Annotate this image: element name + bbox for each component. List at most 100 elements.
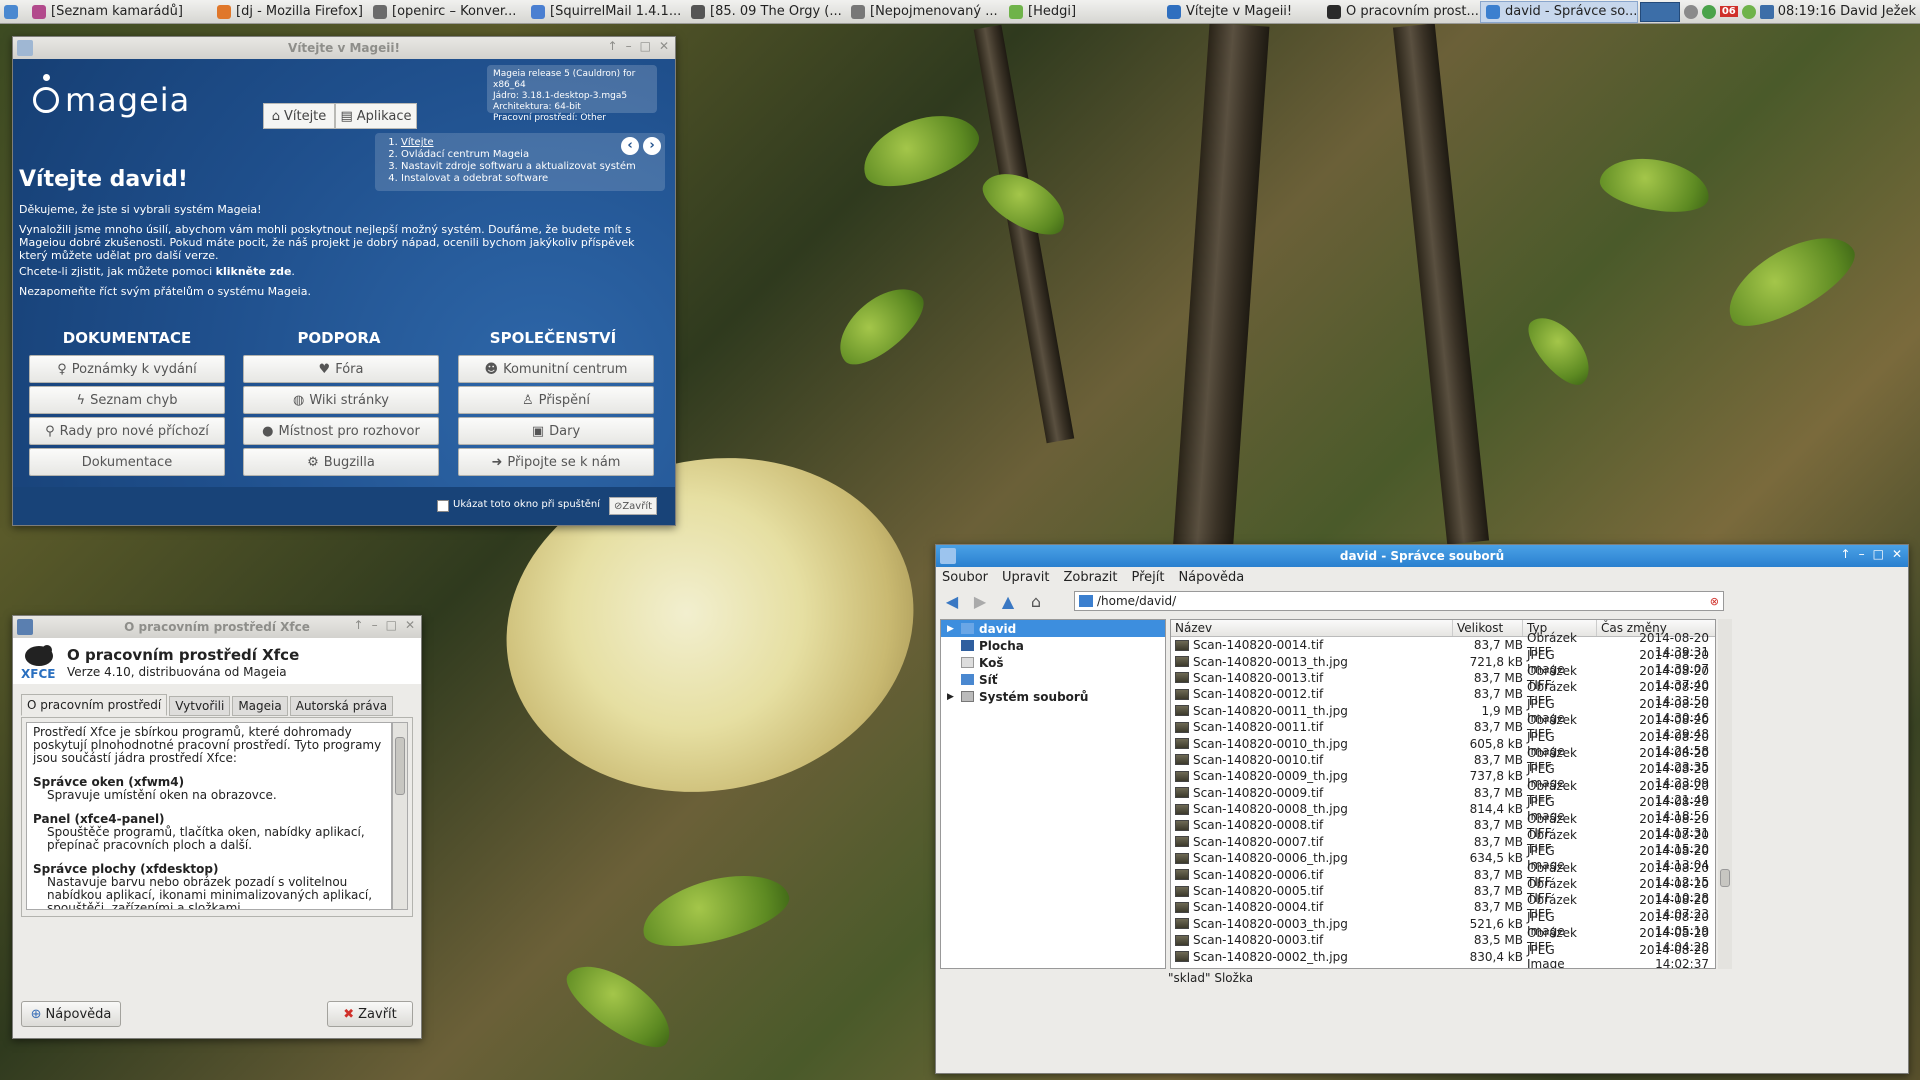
taskbar-item[interactable]: [85. 09 The Orgy (... (686, 1, 846, 23)
prev-arrow-icon[interactable]: ‹ (621, 137, 639, 155)
sidebar-item-desktop[interactable]: Plocha (941, 637, 1165, 654)
next-arrow-icon[interactable]: › (643, 137, 661, 155)
sidebar-item-network[interactable]: Síť (941, 671, 1165, 688)
shade-icon[interactable]: ↑ (608, 39, 618, 53)
sidebar-item-filesystem[interactable]: ▶ Systém souborů (941, 688, 1165, 705)
minimize-icon[interactable]: – (626, 39, 632, 53)
home-icon: ⌂ (271, 108, 280, 124)
file-name: Scan-140820-0009.tif (1193, 785, 1324, 800)
location-text: /home/david/ (1097, 594, 1177, 608)
taskbar-item-active[interactable]: david - Správce so... (1480, 0, 1638, 23)
taskbar-item[interactable]: [openirc – Konver... (368, 1, 526, 23)
app-menu-button[interactable] (0, 1, 27, 23)
scroll-thumb[interactable] (1720, 869, 1730, 887)
close-icon[interactable]: ✕ (659, 39, 669, 53)
wiki-button[interactable]: ◍ Wiki stránky (243, 386, 439, 414)
welcome-tab-button[interactable]: ⌂ Vítejte (263, 103, 335, 129)
window-title: david - Správce souborů (1339, 549, 1505, 563)
title-bar[interactable]: Vítejte v Mageii! ↑ – □ ✕ (13, 37, 675, 59)
taskbar-item[interactable]: [Seznam kamarádů] (27, 1, 212, 23)
workspace-switcher[interactable] (1639, 1, 1680, 22)
tab-copyright[interactable]: Autorská práva (289, 696, 394, 716)
column-size[interactable]: Velikost (1453, 620, 1523, 636)
user-name[interactable]: David Ježek (1840, 4, 1916, 19)
location-input[interactable]: /home/david/ ⊗ (1074, 591, 1724, 611)
update-badge[interactable]: 06 (1719, 6, 1738, 17)
show-on-start-checkbox[interactable] (437, 500, 449, 512)
button-label: Komunitní centrum (503, 361, 628, 377)
minimize-icon[interactable]: – (1859, 547, 1865, 561)
community-center-button[interactable]: ☻ Komunitní centrum (458, 355, 654, 383)
menu-file[interactable]: Soubor (942, 570, 988, 585)
release-notes-button[interactable]: ♀ Poznámky k vydání (29, 355, 225, 383)
newcomers-button[interactable]: ⚲ Rady pro nové příchozí (29, 417, 225, 445)
menu-help[interactable]: Nápověda (1178, 570, 1244, 585)
errata-button[interactable]: ϟ Seznam chyb (29, 386, 225, 414)
button-label: Dokumentace (81, 454, 173, 470)
step-item[interactable]: Instalovat a odebrat software (401, 173, 657, 185)
step-item[interactable]: Nastavit zdroje softwaru a aktualizovat … (401, 161, 657, 173)
contribute-button[interactable]: ♙ Přispění (458, 386, 654, 414)
close-icon[interactable]: ✕ (1892, 547, 1902, 561)
shade-icon[interactable]: ↑ (1841, 547, 1851, 561)
apps-tab-button[interactable]: ▤ Aplikace (335, 103, 417, 129)
maximize-icon[interactable]: □ (1873, 547, 1884, 561)
taskbar-item[interactable]: [Nepojmenovaný ... (846, 1, 1004, 23)
battery-icon[interactable] (1759, 4, 1774, 19)
bugzilla-button[interactable]: ⚙ Bugzilla (243, 448, 439, 476)
donate-button[interactable]: ▣ Dary (458, 417, 654, 445)
expander-icon[interactable]: ▶ (947, 692, 954, 702)
volume-icon[interactable] (1741, 4, 1756, 19)
documentation-button[interactable]: Dokumentace (29, 448, 225, 476)
close-icon[interactable]: ✕ (405, 618, 415, 632)
click-here-link[interactable]: klikněte zde (216, 265, 292, 278)
tab-credits[interactable]: Vytvořili (169, 696, 231, 716)
file-size: 83,7 MB (1473, 785, 1523, 800)
file-size: 83,7 MB (1473, 884, 1523, 899)
clock[interactable]: 08:19:16 (1778, 4, 1836, 19)
maximize-icon[interactable]: □ (386, 618, 397, 632)
step-link[interactable]: Vítejte (401, 137, 657, 149)
clear-icon[interactable]: ⊗ (1710, 595, 1719, 608)
taskbar-item[interactable]: [Hedgi] (1004, 1, 1162, 23)
close-button[interactable]: ✖ Zavřít (327, 1001, 413, 1027)
join-us-button[interactable]: ➜ Připojte se k nám (458, 448, 654, 476)
scrollbar[interactable] (392, 722, 408, 910)
minimize-icon[interactable]: – (372, 618, 378, 632)
shade-icon[interactable]: ↑ (354, 618, 364, 632)
close-button[interactable]: ⊘ Zavřít (609, 497, 657, 515)
wifi-icon[interactable] (1701, 4, 1716, 19)
taskbar-item[interactable]: [SquirrelMail 1.4.1... (526, 1, 686, 23)
sidebar-item-trash[interactable]: Koš (941, 654, 1165, 671)
title-bar[interactable]: david - Správce souborů ↑ – □ ✕ (936, 545, 1908, 567)
taskbar-item[interactable]: O pracovním prost... (1322, 1, 1480, 23)
menu-view[interactable]: Zobrazit (1063, 570, 1117, 585)
step-item[interactable]: Ovládací centrum Mageia (401, 149, 657, 161)
sidebar-item-home[interactable]: ▶ david (941, 620, 1165, 637)
tab-mageia[interactable]: Mageia (232, 696, 288, 716)
table-row[interactable]: Scan-140820-0002_th.jpg 830,4 kB JPEG Imag… (1171, 943, 1715, 968)
forums-button[interactable]: ♥ Fóra (243, 355, 439, 383)
list-scrollbar[interactable] (1718, 619, 1732, 969)
component-desc: Nastavuje barvu nebo obrázek pozadí s vo… (47, 875, 373, 910)
release-line: Mageia release 5 (Cauldron) for x86_64 (493, 69, 636, 90)
title-bar[interactable]: O pracovním prostředí Xfce ↑ – □ ✕ (13, 616, 421, 638)
network-icon[interactable] (1683, 4, 1698, 19)
tab-about[interactable]: O pracovním prostředí (21, 694, 168, 716)
expander-icon[interactable]: ▶ (947, 624, 954, 634)
help-button[interactable]: ⊕ Nápověda (21, 1001, 121, 1027)
scroll-thumb[interactable] (395, 737, 405, 795)
column-name[interactable]: Název (1171, 620, 1453, 636)
back-arrow-icon[interactable]: ◀ (942, 591, 962, 611)
chat-room-button[interactable]: ● Místnost pro rozhovor (243, 417, 439, 445)
up-arrow-icon[interactable]: ▲ (998, 591, 1018, 611)
taskbar-item[interactable]: Vítejte v Mageii! (1162, 1, 1322, 23)
taskbar-item[interactable]: [dj - Mozilla Firefox] (212, 1, 368, 23)
file-name: Scan-140820-0010_th.jpg (1193, 736, 1348, 751)
maximize-icon[interactable]: □ (640, 39, 651, 53)
menu-edit[interactable]: Upravit (1002, 570, 1049, 585)
forward-arrow-icon[interactable]: ▶ (970, 591, 990, 611)
about-text[interactable]: Prostředí Xfce je sbírkou programů, kter… (26, 722, 392, 910)
home-icon[interactable]: ⌂ (1026, 591, 1046, 611)
menu-go[interactable]: Přejít (1131, 570, 1164, 585)
